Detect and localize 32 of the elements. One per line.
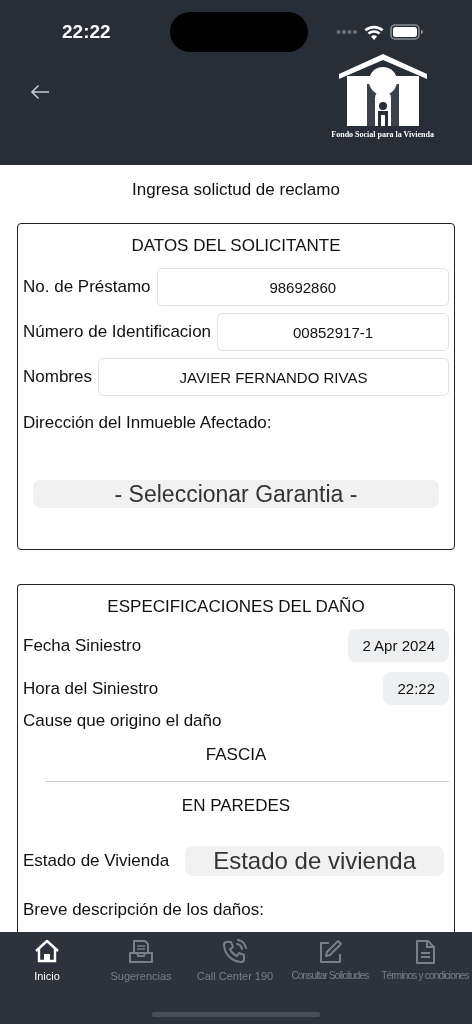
- section-title: ESPECIFICACIONES DEL DAÑO: [106, 597, 366, 617]
- time-picker[interactable]: 22:22: [383, 672, 449, 705]
- signal-icon: [336, 29, 358, 35]
- field-label: Número de Identificacion: [23, 322, 212, 342]
- field-label: Cause que origino el daño: [23, 711, 223, 731]
- status-time: 22:22: [62, 21, 112, 43]
- tab-item[interactable]: Inicio: [0, 938, 94, 982]
- wifi-icon: [364, 24, 384, 40]
- page-title: Ingresa solictud de reclamo: [131, 180, 341, 200]
- field-label: No. de Préstamo: [23, 277, 151, 297]
- input-field[interactable]: 00852917-1: [217, 313, 449, 351]
- inbox-tray-icon: [127, 938, 155, 966]
- field-label: Dirección del Inmueble Afectado:: [23, 413, 273, 433]
- cause-option[interactable]: EN PAREDES: [23, 782, 449, 824]
- back-arrow-icon: [30, 84, 50, 100]
- back-button[interactable]: [30, 84, 50, 100]
- input-field[interactable]: JAVIER FERNANDO RIVAS: [97, 358, 449, 396]
- logo-caption: Fondo Social para la Vivienda: [331, 130, 434, 139]
- input-field[interactable]: 98692860: [156, 268, 449, 306]
- section-title: DATOS DEL SOLICITANTE: [130, 236, 342, 256]
- housing-state-picker[interactable]: Estado de vivienda: [185, 846, 444, 876]
- field-label: Nombres: [23, 367, 92, 387]
- house-family-logo-icon: [338, 54, 427, 126]
- field-label: Estado de Vivienda: [23, 851, 170, 871]
- guarantee-picker[interactable]: - Seleccionar Garantia -: [33, 480, 439, 508]
- date-picker[interactable]: 2 Apr 2024: [348, 629, 449, 662]
- phone-icon: [221, 938, 249, 966]
- field-label: Breve descripción de los daños:: [23, 900, 265, 920]
- field-label: Hora del Siniestro: [23, 678, 159, 699]
- battery-icon: [390, 24, 424, 40]
- field-label: Fecha Siniestro: [23, 635, 142, 656]
- cause-option[interactable]: FASCIA: [23, 731, 449, 773]
